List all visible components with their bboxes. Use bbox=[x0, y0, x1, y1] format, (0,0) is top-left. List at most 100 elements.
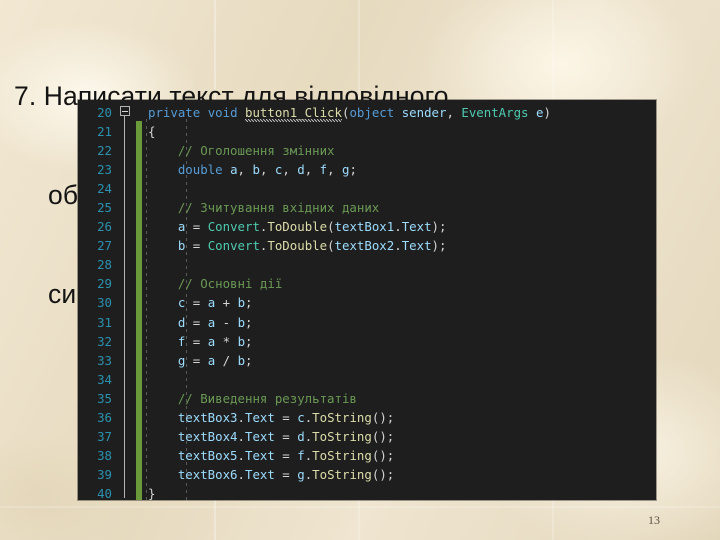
code-line[interactable] bbox=[148, 179, 656, 198]
code-token: , bbox=[304, 162, 320, 178]
line-number: 40 bbox=[97, 485, 112, 500]
code-line[interactable]: textBox6.Text = g.ToString(); bbox=[148, 465, 656, 484]
code-token: , bbox=[446, 105, 462, 120]
line-number: 27 bbox=[97, 238, 112, 254]
code-line[interactable]: textBox3.Text = c.ToString(); bbox=[148, 408, 656, 427]
code-token: a bbox=[230, 162, 238, 178]
code-token: Text bbox=[401, 238, 432, 254]
code-token: Convert bbox=[207, 238, 260, 254]
code-line[interactable]: b = Convert.ToDouble(textBox2.Text); bbox=[148, 236, 656, 255]
code-token: Text bbox=[245, 428, 275, 444]
code-token: = bbox=[274, 409, 298, 425]
code-line[interactable]: a = Convert.ToDouble(textBox1.Text); bbox=[148, 217, 656, 236]
code-token: button1_Click bbox=[245, 105, 342, 120]
line-number: 35 bbox=[97, 390, 112, 406]
line-number: 37 bbox=[97, 428, 112, 444]
code-token: ToString bbox=[312, 466, 372, 482]
line-number: 22 bbox=[97, 143, 112, 159]
line-number: 24 bbox=[97, 181, 112, 197]
code-token: void bbox=[207, 105, 238, 120]
code-token: . bbox=[237, 466, 245, 482]
code-token: ; bbox=[245, 333, 253, 349]
code-token: d bbox=[297, 428, 305, 444]
code-token: c bbox=[297, 409, 305, 425]
code-token: , bbox=[237, 162, 253, 178]
line-number-gutter: 20 21 22 23 24 25 26 27 28 29 30 31 32 33 34 35 36 37 38 39… bbox=[78, 100, 116, 500]
code-token: . bbox=[394, 219, 402, 235]
code-line[interactable]: // Зчитування вхідних даних bbox=[148, 198, 656, 217]
code-token: b bbox=[252, 162, 260, 178]
code-token: = bbox=[185, 333, 208, 349]
code-token: . bbox=[237, 428, 245, 444]
line-number: 33 bbox=[97, 352, 112, 368]
code-token: / bbox=[215, 352, 238, 368]
code-token: f bbox=[319, 162, 328, 178]
code-token: = bbox=[274, 447, 298, 463]
code-token: EventArgs bbox=[461, 105, 529, 120]
code-token: f bbox=[297, 447, 305, 463]
code-token: ); bbox=[431, 219, 447, 235]
code-line[interactable]: d = a - b; bbox=[148, 313, 656, 332]
code-line[interactable]: // Основні дії bbox=[148, 274, 656, 293]
line-number: 31 bbox=[97, 314, 112, 330]
slide-number: 13 bbox=[648, 513, 660, 527]
line-number: 29 bbox=[97, 276, 112, 292]
code-token: Text bbox=[245, 409, 275, 425]
line-number: 26 bbox=[97, 219, 112, 235]
code-line[interactable]: } bbox=[148, 484, 656, 500]
code-token: , bbox=[282, 162, 298, 178]
code-token: d bbox=[297, 162, 305, 178]
code-token: textBox5 bbox=[177, 447, 238, 463]
code-line[interactable] bbox=[148, 255, 656, 274]
code-token: // Виведення результатів bbox=[177, 390, 357, 406]
code-token: Text bbox=[245, 466, 275, 482]
code-line[interactable] bbox=[148, 370, 656, 389]
code-line[interactable]: textBox5.Text = f.ToString(); bbox=[148, 446, 656, 465]
code-token: b bbox=[237, 314, 246, 330]
code-token: ; bbox=[245, 314, 253, 330]
code-token: } bbox=[148, 485, 156, 500]
code-token: (); bbox=[371, 466, 395, 482]
code-line[interactable]: f = a * b; bbox=[148, 332, 656, 351]
line-number: 25 bbox=[97, 200, 112, 216]
code-token: ; bbox=[349, 162, 357, 178]
code-line[interactable]: textBox4.Text = d.ToString(); bbox=[148, 427, 656, 446]
code-token: private bbox=[148, 105, 201, 120]
code-token: { bbox=[148, 124, 156, 140]
code-text-area[interactable]: private void button1_Click (object sender… bbox=[142, 100, 656, 500]
code-token: + bbox=[215, 295, 238, 311]
code-outlining-column bbox=[116, 100, 136, 500]
code-token: ); bbox=[431, 238, 447, 254]
code-line[interactable]: // Оголошення змінних bbox=[148, 141, 656, 160]
code-token: , bbox=[259, 162, 275, 178]
line-number: 36 bbox=[97, 409, 112, 425]
code-token: g bbox=[342, 162, 350, 178]
code-line[interactable]: // Виведення результатів bbox=[148, 389, 656, 408]
code-token: (); bbox=[371, 428, 395, 444]
code-line[interactable]: c = a + b; bbox=[148, 293, 656, 312]
code-token: // Оголошення змінних bbox=[177, 143, 335, 159]
code-line[interactable]: private void button1_Click(object sender… bbox=[148, 103, 656, 122]
code-line[interactable]: g = a / b; bbox=[148, 351, 656, 370]
code-token: textBox1 bbox=[334, 219, 395, 235]
code-line[interactable]: { bbox=[148, 122, 656, 141]
line-number: 23 bbox=[97, 162, 112, 178]
code-token: ToString bbox=[312, 409, 372, 425]
code-line[interactable]: double a, b, c, d, f, g; bbox=[148, 160, 656, 179]
code-token: g bbox=[297, 466, 305, 482]
code-token: ; bbox=[245, 352, 253, 368]
code-token: ToString bbox=[312, 428, 372, 444]
code-token: . bbox=[237, 409, 245, 425]
code-token: * bbox=[215, 333, 238, 349]
code-token: , bbox=[327, 162, 343, 178]
code-token: ( bbox=[327, 219, 335, 235]
code-token: - bbox=[215, 314, 238, 330]
code-token: // Зчитування вхідних даних bbox=[177, 200, 380, 216]
collapse-region-icon[interactable] bbox=[120, 106, 130, 116]
code-token: = bbox=[274, 466, 298, 482]
line-number: 32 bbox=[97, 333, 112, 349]
